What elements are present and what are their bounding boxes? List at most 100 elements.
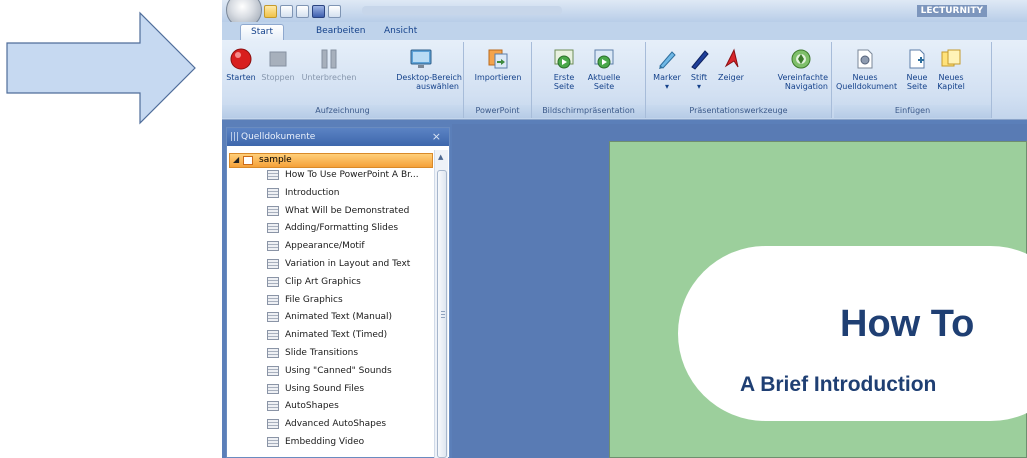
slide-icon	[267, 188, 279, 198]
new-page-icon	[909, 49, 925, 69]
group-label-bildschirmpraesentation: Bildschirmpräsentation	[532, 105, 645, 118]
group-praesentationswerkzeuge: Marker ▾ Stift ▾ Zeiger Vereinfachte Nav…	[646, 42, 832, 118]
stop-icon	[269, 51, 287, 67]
slide-icon	[267, 348, 279, 358]
undo-icon[interactable]	[328, 4, 341, 18]
erste-seite-button[interactable]: Erste Seite	[546, 48, 582, 91]
slide-list-item-label: Variation in Layout and Text	[285, 259, 411, 269]
zeiger-button[interactable]: Zeiger	[716, 48, 746, 82]
slide-list-item[interactable]: Animated Text (Timed)	[267, 327, 433, 344]
slide-list-item[interactable]: Introduction	[267, 185, 433, 202]
slide-list-item-label: Appearance/Motif	[285, 241, 365, 251]
group-einfuegen: Neues Quelldokument Neue Seite Neues Kap…	[834, 42, 992, 118]
app-title: LECTURNITY	[916, 5, 987, 17]
close-icon[interactable]: ×	[432, 130, 441, 143]
slide-list-item[interactable]: Advanced AutoShapes	[267, 416, 433, 433]
tree-root-sample[interactable]: ◢ sample	[229, 153, 433, 168]
slide-list-item-label: Using "Canned" Sounds	[285, 366, 392, 376]
document-icon[interactable]	[296, 4, 309, 18]
powerpoint-import-icon	[488, 49, 508, 69]
scroll-grip-icon	[441, 311, 445, 319]
slide-list-item[interactable]: Variation in Layout and Text	[267, 256, 433, 273]
stoppen-button[interactable]: Stoppen	[258, 48, 298, 82]
slide-icon	[267, 259, 279, 269]
slide-subtitle: A Brief Introduction	[740, 373, 937, 396]
panel-header: Quelldokumente ×	[227, 128, 449, 146]
importieren-button[interactable]: Importieren	[468, 48, 528, 82]
slide-icon	[267, 277, 279, 287]
slide-icon	[267, 437, 279, 447]
slide-list-item[interactable]: Using Sound Files	[267, 381, 433, 398]
open-folder-icon[interactable]	[264, 4, 277, 18]
slide-list-item[interactable]: How To Use PowerPoint A Br...	[267, 167, 433, 184]
slide-list-item-label: What Will be Demonstrated	[285, 206, 410, 216]
tab-bearbeiten[interactable]: Bearbeiten	[306, 24, 375, 40]
unterbrechen-button[interactable]: Unterbrechen	[300, 48, 358, 82]
group-label-einfuegen: Einfügen	[834, 105, 991, 118]
presentation-file-icon	[243, 156, 253, 165]
slide-icon	[267, 206, 279, 216]
pause-icon	[321, 49, 337, 69]
group-aufzeichnung: Starten Stoppen Unterbrechen Desktop-Ber…	[222, 42, 464, 118]
slide-list-item[interactable]: Appearance/Motif	[267, 238, 433, 255]
slide-icon	[267, 419, 279, 429]
starten-button[interactable]: Starten	[224, 48, 258, 82]
slide-list-item-label: AutoShapes	[285, 401, 339, 411]
tree-root-label: sample	[259, 155, 292, 165]
lecturnity-window: LECTURNITY Start Bearbeiten Ansicht Star…	[222, 0, 1027, 458]
source-tree: ◢ sample How To Use PowerPoint A Br... In…	[227, 150, 433, 458]
new-source-document-icon	[857, 49, 873, 69]
document-title	[362, 6, 562, 15]
slide-list-item-label: Using Sound Files	[285, 384, 365, 394]
pointer-icon	[724, 48, 739, 68]
scroll-thumb[interactable]	[437, 170, 447, 458]
scroll-up-arrow-icon[interactable]: ▲	[438, 153, 443, 161]
neues-kapitel-button[interactable]: Neues Kapitel	[934, 48, 968, 91]
slide-list-item-label: Slide Transitions	[285, 348, 359, 358]
slide-list-item[interactable]: File Graphics	[267, 292, 433, 309]
title-bar: LECTURNITY	[222, 0, 1027, 28]
panel-scrollbar[interactable]: ▲	[434, 150, 448, 458]
tab-start[interactable]: Start	[240, 24, 284, 40]
slide-icon	[267, 384, 279, 394]
group-label-aufzeichnung: Aufzeichnung	[222, 105, 463, 118]
slide-icon	[267, 241, 279, 251]
slide-list-item[interactable]: Slide Transitions	[267, 345, 433, 362]
neue-seite-button[interactable]: Neue Seite	[902, 48, 932, 91]
slide-list-item-label: File Graphics	[285, 295, 343, 305]
group-powerpoint: Importieren PowerPoint	[464, 42, 532, 118]
slide-list-item[interactable]: Adding/Formatting Slides	[267, 220, 433, 237]
group-bildschirmpraesentation: Erste Seite Aktuelle Seite Bildschirmprä…	[532, 42, 646, 118]
slide-preview[interactable]: How To A Brief Introduction	[609, 141, 1027, 458]
slide-list-item[interactable]: AutoShapes	[267, 398, 433, 415]
save-icon[interactable]	[312, 4, 325, 18]
slide-list-item-label: Advanced AutoShapes	[285, 419, 387, 429]
slide-list-item[interactable]: Embedding Video	[267, 434, 433, 451]
desktop-bereich-button[interactable]: Desktop-Bereich auswählen	[360, 48, 462, 91]
ribbon: Starten Stoppen Unterbrechen Desktop-Ber…	[222, 40, 1027, 120]
panel-grip-icon[interactable]	[231, 132, 238, 141]
slide-list-item-label: Clip Art Graphics	[285, 277, 361, 287]
slide-list-item[interactable]: Using "Canned" Sounds	[267, 363, 433, 380]
first-slide-play-icon	[554, 49, 574, 69]
panel-title: Quelldokumente	[241, 132, 316, 142]
tab-ansicht[interactable]: Ansicht	[374, 24, 427, 40]
vereinfachte-navigation-button[interactable]: Vereinfachte Navigation	[748, 48, 828, 91]
neues-quelldokument-button[interactable]: Neues Quelldokument	[836, 48, 897, 91]
group-label-powerpoint: PowerPoint	[464, 105, 531, 118]
marker-button[interactable]: Marker ▾	[650, 48, 684, 91]
slide-icon	[267, 330, 279, 340]
slide-list-item-label: Animated Text (Timed)	[285, 330, 388, 340]
aktuelle-seite-button[interactable]: Aktuelle Seite	[584, 48, 624, 91]
slide-list-item-label: Animated Text (Manual)	[285, 312, 393, 322]
slide-list-item-label: How To Use PowerPoint A Br...	[285, 170, 419, 180]
slide-list-item[interactable]: Animated Text (Manual)	[267, 309, 433, 326]
new-document-icon[interactable]	[280, 4, 293, 18]
stift-button[interactable]: Stift ▾	[686, 48, 712, 91]
slide-list-item[interactable]: What Will be Demonstrated	[267, 203, 433, 220]
slide-icon	[267, 170, 279, 180]
navigation-icon	[791, 49, 811, 69]
collapse-arrow-icon[interactable]: ◢	[233, 155, 239, 164]
slide-list-item[interactable]: Clip Art Graphics	[267, 274, 433, 291]
quelldokumente-panel: Quelldokumente × ◢ sample How To Use Pow…	[226, 127, 450, 458]
